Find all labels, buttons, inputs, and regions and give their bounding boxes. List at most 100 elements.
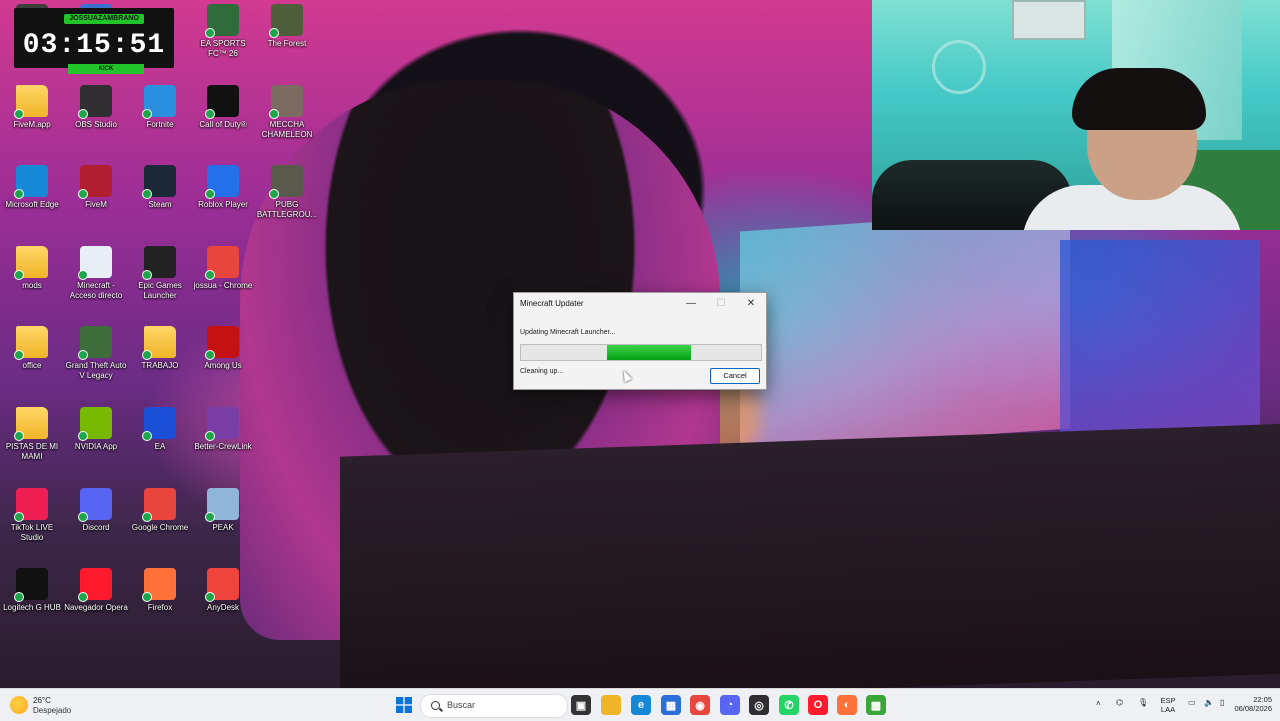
dialog-title: Minecraft Updater xyxy=(520,299,584,308)
desktop-icon-obs[interactable]: OBS Studio xyxy=(64,84,128,130)
desktop-icon-edge[interactable]: Microsoft Edge xyxy=(0,165,64,210)
taskbar-chrome-icon[interactable]: ◉ xyxy=(690,695,710,715)
taskbar-edge-icon[interactable]: e xyxy=(631,695,651,715)
sync-check-icon xyxy=(205,431,215,441)
weather-widget[interactable]: 26°C Despejado xyxy=(10,694,100,718)
desktop-icon-epic[interactable]: Epic Games Launcher xyxy=(128,245,192,301)
desktop-icon-logitech[interactable]: Logitech G HUB xyxy=(0,568,64,613)
close-button[interactable]: ✕ xyxy=(740,295,762,313)
taskbar-discord-icon[interactable]: ◔ xyxy=(720,695,740,715)
desktop-icon-label: Firefox xyxy=(147,603,173,613)
sun-icon xyxy=(10,696,28,714)
desktop-icon-nvidia[interactable]: NVIDIA App xyxy=(64,407,128,452)
desktop-icon-c3r0[interactable]: The Forest xyxy=(255,4,319,49)
gta-icon xyxy=(78,326,112,361)
desktop-icon-fivemapp[interactable]: FiveM.app xyxy=(0,84,64,130)
timer-channel-label: JOSSUAZAMBRANO xyxy=(64,14,144,24)
dialog-message: Updating Minecraft Launcher... xyxy=(520,329,616,336)
language-code: ESP xyxy=(1160,696,1176,705)
desktop-icon-c2r0[interactable]: EA SPORTS FC™ 26 xyxy=(191,4,255,59)
desktop-icon-label: The Forest xyxy=(267,39,307,48)
desktop-icon-pubg[interactable]: PUBG BATTLEGROU... xyxy=(255,165,319,220)
taskbar-firefox-icon[interactable]: ◐ xyxy=(837,695,857,715)
desktop-icon-opera[interactable]: Navegador Opera xyxy=(64,568,128,613)
desktop-icon-label: Grand Theft Auto V Legacy xyxy=(65,361,127,381)
taskbar-whatsapp-icon[interactable]: ✆ xyxy=(779,695,799,715)
taskbar-store-icon[interactable]: ▦ xyxy=(661,695,681,715)
cancel-button[interactable]: Cancel xyxy=(710,368,760,384)
minimize-button[interactable]: — xyxy=(680,295,702,313)
webcam-wall-clock xyxy=(932,40,986,94)
obs-icon xyxy=(78,84,112,119)
microphone-icon[interactable]: 🎙 xyxy=(1138,698,1148,707)
desktop-icon-cod[interactable]: Call of Duty® xyxy=(191,84,255,130)
epic-icon xyxy=(142,245,176,280)
weather-condition: Despejado xyxy=(33,706,72,715)
c2r0-icon xyxy=(205,4,239,38)
mods-icon xyxy=(14,245,48,280)
chevron-up-icon[interactable]: ˄ xyxy=(1096,699,1101,708)
desktop-icon-minecraft[interactable]: Minecraft - Acceso directo xyxy=(64,245,128,301)
display-icon[interactable]: ▭ xyxy=(1188,698,1196,707)
sync-check-icon xyxy=(78,269,88,280)
taskbar-task-view-icon[interactable]: ▣ xyxy=(571,695,591,715)
desktop-icon-steam[interactable]: Steam xyxy=(128,165,192,210)
sync-check-icon xyxy=(78,108,88,119)
taskbar-minecraft-icon[interactable]: ▩ xyxy=(866,695,886,715)
volume-icon[interactable]: 🔈 xyxy=(1204,698,1214,707)
language-indicator[interactable]: ESP LAA xyxy=(1156,696,1180,714)
desktop-icon-fortnite[interactable]: Fortnite xyxy=(128,84,192,130)
sync-check-icon xyxy=(78,350,88,361)
desktop-icon-amongus[interactable]: Among Us xyxy=(191,326,255,371)
desktop-icon-trabajo[interactable]: TRABAJO xyxy=(128,326,192,371)
desktop-icon-crewlink[interactable]: Better-CrewLink xyxy=(191,407,255,452)
fortnite-icon xyxy=(142,84,176,119)
maximize-button[interactable]: ☐ xyxy=(710,295,732,313)
stream-timer: JOSSUAZAMBRANO 03:15:51 KICK xyxy=(14,8,174,74)
taskbar-opera-icon[interactable]: O xyxy=(808,695,828,715)
discord-icon xyxy=(78,487,112,522)
network-icon[interactable]: ⌬ xyxy=(1116,698,1123,707)
trabajo-icon xyxy=(142,326,176,361)
desktop-icon-mods[interactable]: mods xyxy=(0,245,64,291)
desktop-icon-tiktok[interactable]: TikTok LIVE Studio xyxy=(0,487,64,543)
progress-bar xyxy=(520,344,762,361)
sync-check-icon xyxy=(269,28,279,38)
start-button[interactable] xyxy=(394,695,414,715)
desktop-icon-discord[interactable]: Discord xyxy=(64,487,128,533)
peak-icon xyxy=(205,487,239,522)
desktop-icon-anydesk[interactable]: AnyDesk xyxy=(191,568,255,613)
taskbar-search-input[interactable]: Buscar xyxy=(420,694,568,718)
sync-check-icon xyxy=(205,269,215,280)
desktop-icon-chrome-jossua[interactable]: jossua - Chrome xyxy=(191,245,255,291)
webcam-person-hair xyxy=(1072,68,1206,130)
desktop-icon-label: EA xyxy=(154,442,166,451)
sync-check-icon xyxy=(205,592,215,603)
desktop-icon-label: NVIDIA App xyxy=(74,442,118,451)
desktop-icon-label: TikTok LIVE Studio xyxy=(10,522,54,542)
desktop-icon-chrome[interactable]: Google Chrome xyxy=(128,487,192,533)
desktop-icon-fivem[interactable]: FiveM xyxy=(64,165,128,210)
desktop-icon-label: PUBG BATTLEGROU... xyxy=(256,200,318,220)
desktop-icon-gta[interactable]: Grand Theft Auto V Legacy xyxy=(64,326,128,381)
sync-check-icon xyxy=(14,269,24,280)
clock-time: 22:05 xyxy=(1253,695,1272,704)
desktop-icon-label: OBS Studio xyxy=(75,119,117,129)
taskbar-file-explorer-icon[interactable] xyxy=(601,695,621,715)
wallpaper-monitor-right xyxy=(1060,240,1260,450)
desktop-icon-office[interactable]: office xyxy=(0,326,64,371)
desktop-icon-peak[interactable]: PEAK xyxy=(191,487,255,533)
edge-icon xyxy=(14,165,48,200)
amongus-icon xyxy=(205,326,239,361)
desktop-icon-label: MECCHA CHAMELEON xyxy=(261,119,313,139)
clock[interactable]: 22:05 06/08/2026 xyxy=(1222,695,1272,713)
desktop-icon-pistas[interactable]: PISTAS DE MI MAMI xyxy=(0,407,64,462)
sync-check-icon xyxy=(269,108,279,119)
desktop-icon-roblox[interactable]: Roblox Player xyxy=(191,165,255,210)
desktop-icon-ea[interactable]: EA xyxy=(128,407,192,452)
sync-check-icon xyxy=(205,511,215,522)
desktop-icon-mecha[interactable]: MECCHA CHAMELEON xyxy=(255,84,319,140)
desktop-icon-label: Google Chrome xyxy=(131,522,189,532)
desktop-icon-firefox[interactable]: Firefox xyxy=(128,568,192,613)
taskbar-obs-icon[interactable]: ◎ xyxy=(749,695,769,715)
